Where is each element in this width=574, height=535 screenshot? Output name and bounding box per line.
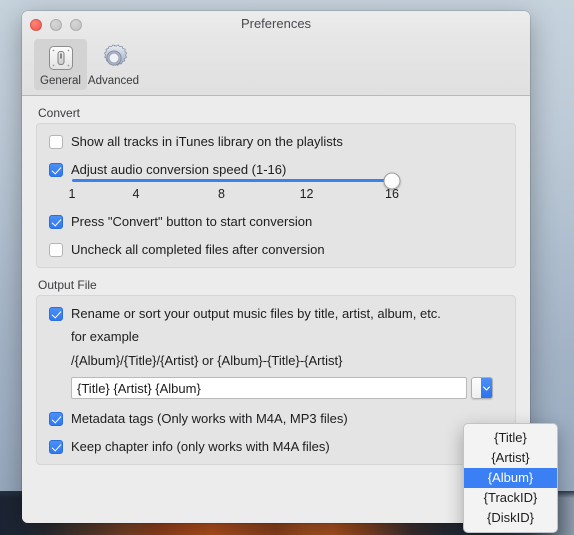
pattern-field-row [71, 377, 503, 399]
rename-or-sort-checkbox[interactable] [49, 307, 63, 321]
slider-tick-1: 1 [68, 187, 76, 201]
preferences-toolbar: General Advanced [22, 39, 530, 96]
chevron-down-icon [481, 378, 492, 398]
metadata-tags-row[interactable]: Metadata tags (Only works with M4A, MP3 … [49, 411, 503, 426]
preferences-content: Convert Show all tracks in iTunes librar… [22, 96, 530, 523]
speed-slider[interactable]: 1 4 8 12 16 [68, 172, 401, 203]
metadata-tags-checkbox[interactable] [49, 412, 63, 426]
convert-group: Show all tracks in iTunes library on the… [36, 123, 516, 268]
uncheck-completed-row[interactable]: Uncheck all completed files after conver… [49, 242, 503, 257]
window-title: Preferences [240, 16, 312, 31]
tab-general-label: General [40, 75, 81, 87]
show-all-tracks-label: Show all tracks in iTunes library on the… [71, 134, 343, 149]
tab-advanced-label: Advanced [87, 75, 140, 87]
adjust-speed-row[interactable]: Adjust audio conversion speed (1-16) [49, 162, 503, 177]
keep-chapter-info-label: Keep chapter info (only works with M4A f… [71, 439, 330, 454]
press-convert-checkbox[interactable] [49, 215, 63, 229]
example-heading: for example [71, 329, 139, 344]
window-titlebar: Preferences [22, 11, 530, 39]
keep-chapter-info-row[interactable]: Keep chapter info (only works with M4A f… [49, 439, 503, 454]
slider-tick-4: 4 [132, 187, 140, 201]
show-all-tracks-row[interactable]: Show all tracks in iTunes library on the… [49, 134, 503, 149]
dropdown-item[interactable]: {Title} [464, 428, 557, 448]
adjust-speed-label: Adjust audio conversion speed (1-16) [71, 162, 287, 177]
metadata-tags-label: Metadata tags (Only works with M4A, MP3 … [71, 411, 348, 426]
adjust-speed-checkbox[interactable] [49, 163, 63, 177]
speed-slider-track[interactable] [72, 172, 401, 189]
show-all-tracks-checkbox[interactable] [49, 135, 63, 149]
general-switch-icon [34, 41, 87, 75]
slider-tick-16: 16 [385, 187, 399, 201]
dropdown-item[interactable]: {DiskID} [464, 508, 557, 528]
output-file-group-label: Output File [38, 278, 97, 292]
slider-tick-8: 8 [217, 187, 225, 201]
dropdown-item[interactable]: {Album} [464, 468, 557, 488]
tab-advanced[interactable]: Advanced [87, 39, 140, 90]
output-file-group: Rename or sort your output music files b… [36, 295, 516, 465]
uncheck-completed-checkbox[interactable] [49, 243, 63, 257]
pattern-popup-button[interactable] [471, 377, 493, 399]
convert-group-label: Convert [38, 106, 81, 120]
keep-chapter-info-checkbox[interactable] [49, 440, 63, 454]
speed-slider-ticks: 1 4 8 12 16 [68, 187, 399, 203]
slider-tick-12: 12 [299, 187, 314, 201]
tab-general[interactable]: General [34, 39, 87, 90]
uncheck-completed-label: Uncheck all completed files after conver… [71, 242, 325, 257]
pattern-dropdown-menu[interactable]: {Title} {Artist} {Album} {TrackID} {DiskID} [463, 423, 558, 533]
dropdown-item[interactable]: {Artist} [464, 448, 557, 468]
preferences-window: Preferences General Advanced Convert Sho… [22, 11, 530, 523]
pattern-input[interactable] [71, 377, 467, 399]
rename-or-sort-label: Rename or sort your output music files b… [71, 306, 441, 321]
rename-or-sort-row[interactable]: Rename or sort your output music files b… [49, 306, 503, 321]
gear-icon [87, 41, 140, 75]
example-pattern: /{Album}/{Title}/{Artist} or {Album}-{Ti… [71, 353, 343, 368]
dropdown-item[interactable]: {TrackID} [464, 488, 557, 508]
press-convert-label: Press "Convert" button to start conversi… [71, 214, 313, 229]
press-convert-row[interactable]: Press "Convert" button to start conversi… [49, 214, 503, 229]
